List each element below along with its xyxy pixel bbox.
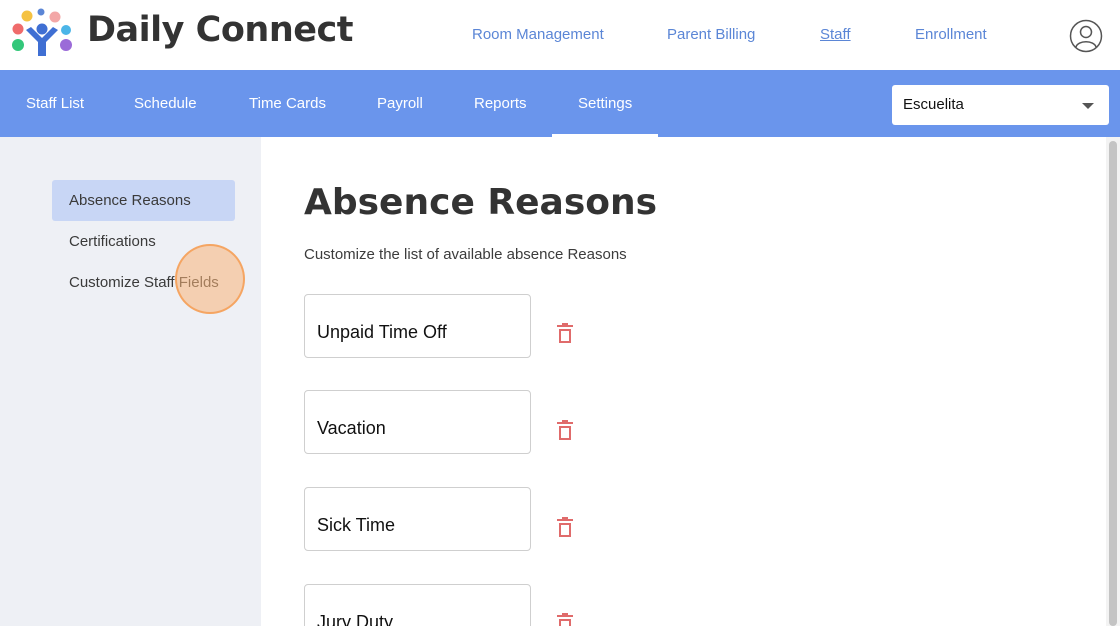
staff-subnav: Staff List Schedule Time Cards Payroll R… [0,70,1120,137]
trash-icon[interactable] [556,322,574,344]
absence-reason-value: Unpaid Time Off [317,322,447,342]
absence-reason-field[interactable]: Jury Duty [304,584,531,626]
school-select[interactable]: Escuelita [892,85,1109,125]
settings-sidebar: Absence Reasons Certifications Customize… [0,137,261,626]
page-description: Customize the list of available absence … [304,246,627,263]
nav-parent-billing[interactable]: Parent Billing [667,26,755,43]
trash-icon[interactable] [556,612,574,626]
click-indicator [175,244,245,314]
tab-time-cards[interactable]: Time Cards [249,70,326,137]
absence-reason-field[interactable]: Sick Time [304,487,531,551]
sidebar-item-absence-reasons[interactable]: Absence Reasons [52,180,235,221]
user-profile-icon[interactable] [1069,19,1103,53]
nav-staff[interactable]: Staff [820,26,851,43]
school-select-value: Escuelita [903,96,964,113]
top-header: Daily Connect Room Management Parent Bil… [0,0,1120,70]
chevron-down-icon [1082,103,1094,109]
absence-reason-field[interactable]: Vacation [304,390,531,454]
nav-room-management[interactable]: Room Management [472,26,604,43]
absence-reason-value: Sick Time [317,515,396,535]
tab-payroll[interactable]: Payroll [377,70,423,137]
absence-reason-field[interactable]: Unpaid Time Off [304,294,531,358]
nav-enrollment[interactable]: Enrollment [915,26,987,43]
absence-reason-value: Vacation [317,418,386,438]
scrollbar-thumb[interactable] [1109,141,1117,626]
tab-settings[interactable]: Settings [551,70,659,137]
page-title: Absence Reasons [304,182,658,223]
absence-reason-value: Jury Duty [317,612,394,626]
trash-icon[interactable] [556,516,574,538]
trash-icon[interactable] [556,419,574,441]
tab-reports[interactable]: Reports [474,70,527,137]
scrollbar[interactable] [1106,137,1120,626]
brand-name: Daily Connect [87,10,353,50]
tab-staff-list[interactable]: Staff List [26,70,84,137]
logo-icon[interactable] [10,8,74,60]
tab-schedule[interactable]: Schedule [134,70,197,137]
